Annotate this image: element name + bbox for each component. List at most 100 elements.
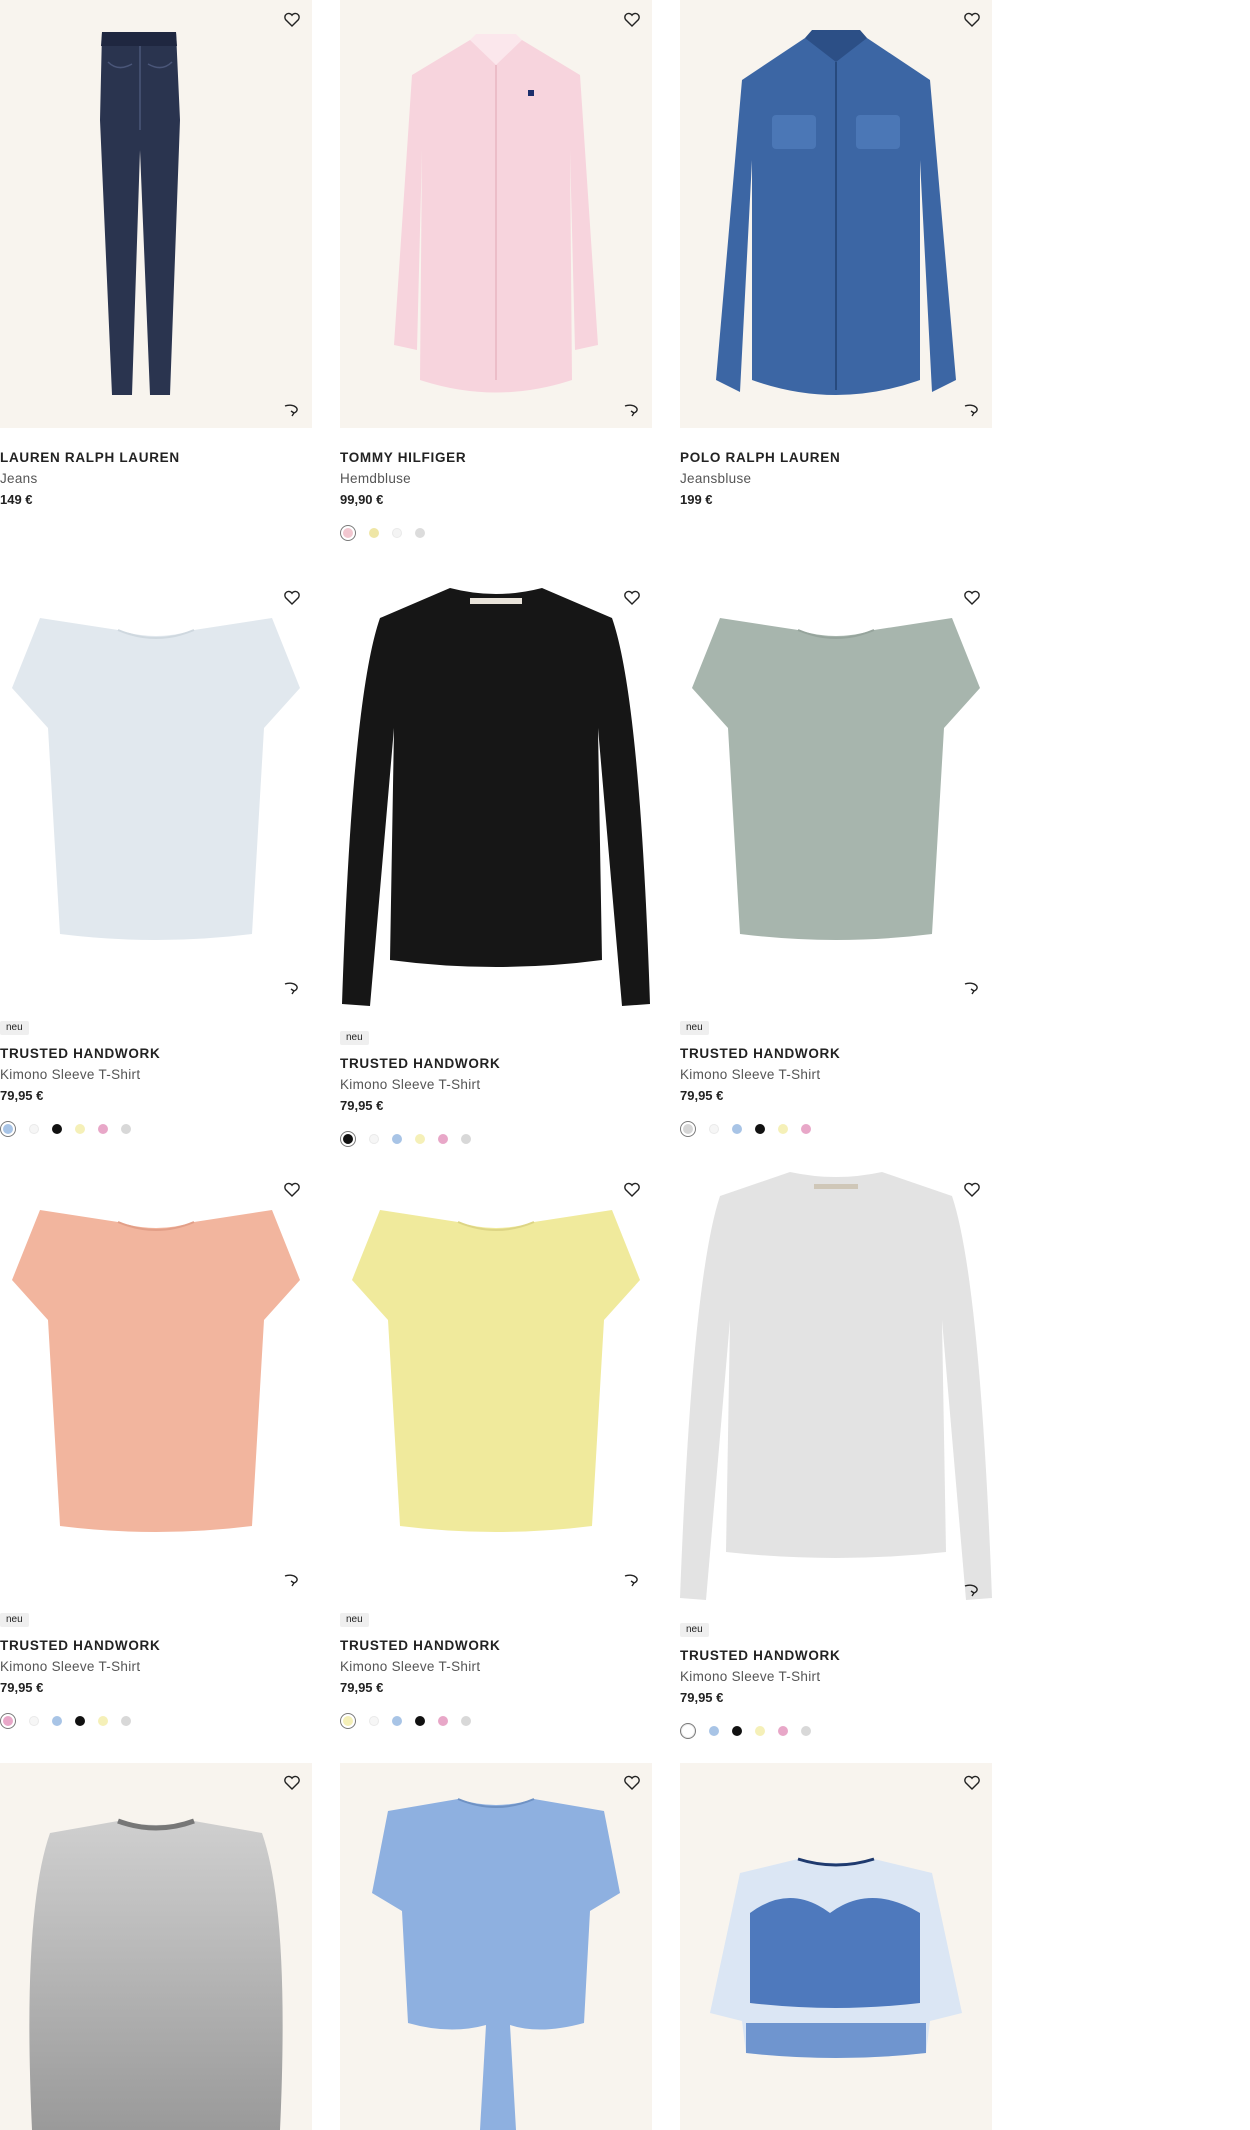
heart-icon[interactable] bbox=[622, 1180, 642, 1200]
pink-shirt-image bbox=[394, 34, 598, 393]
color-swatch[interactable] bbox=[778, 1124, 788, 1134]
color-swatch[interactable] bbox=[52, 1124, 62, 1134]
product-card-jeansbluse[interactable]: POLO RALPH LAUREN Jeansbluse 199 € bbox=[680, 0, 992, 510]
color-swatch[interactable] bbox=[438, 1134, 448, 1144]
color-swatch[interactable] bbox=[340, 1131, 356, 1147]
heart-icon[interactable] bbox=[962, 1773, 982, 1793]
product-image[interactable] bbox=[680, 578, 992, 1006]
yellow-tshirt-image bbox=[352, 1210, 640, 1532]
color-swatch[interactable] bbox=[340, 1713, 356, 1729]
color-swatch[interactable] bbox=[369, 528, 379, 538]
color-swatch[interactable] bbox=[392, 1716, 402, 1726]
product-image[interactable] bbox=[340, 1763, 652, 2130]
product-card-sweatshirt[interactable] bbox=[0, 1763, 312, 2130]
color-swatch[interactable] bbox=[680, 1723, 696, 1739]
color-swatch[interactable] bbox=[415, 528, 425, 538]
heart-icon[interactable] bbox=[622, 10, 642, 30]
color-swatch[interactable] bbox=[98, 1716, 108, 1726]
product-card-longsleeve-white[interactable]: neu TRUSTED HANDWORK Kimono Sleeve T-Shi… bbox=[680, 1170, 992, 1739]
product-price: 99,90 € bbox=[340, 492, 384, 507]
heart-icon[interactable] bbox=[282, 588, 302, 608]
heart-icon[interactable] bbox=[962, 1180, 982, 1200]
color-swatches bbox=[340, 1131, 652, 1147]
heart-icon[interactable] bbox=[282, 1180, 302, 1200]
product-image[interactable] bbox=[680, 1170, 992, 1608]
color-swatches bbox=[340, 1713, 652, 1729]
color-swatch[interactable] bbox=[755, 1726, 765, 1736]
color-swatch[interactable] bbox=[75, 1716, 85, 1726]
product-card-tshirt-white[interactable]: neu TRUSTED HANDWORK Kimono Sleeve T-Shi… bbox=[0, 578, 312, 1137]
white-longsleeve-image bbox=[680, 1172, 992, 1600]
product-card-palm-sweater[interactable] bbox=[680, 1763, 992, 2130]
product-card-longsleeve-black[interactable]: neu TRUSTED HANDWORK Kimono Sleeve T-Shi… bbox=[340, 578, 652, 1147]
ar-view-icon[interactable] bbox=[282, 1570, 302, 1588]
color-swatch[interactable] bbox=[29, 1124, 39, 1134]
product-image[interactable] bbox=[680, 0, 992, 428]
color-swatch[interactable] bbox=[392, 528, 402, 538]
product-card-tshirt-sage[interactable]: neu TRUSTED HANDWORK Kimono Sleeve T-Shi… bbox=[680, 578, 992, 1137]
color-swatch[interactable] bbox=[392, 1134, 402, 1144]
color-swatch[interactable] bbox=[340, 525, 356, 541]
product-brand: TRUSTED HANDWORK bbox=[680, 1046, 841, 1061]
product-price: 79,95 € bbox=[680, 1088, 724, 1103]
color-swatch[interactable] bbox=[29, 1716, 39, 1726]
heart-icon[interactable] bbox=[622, 588, 642, 608]
heart-icon[interactable] bbox=[962, 588, 982, 608]
color-swatch[interactable] bbox=[52, 1716, 62, 1726]
product-price: 79,95 € bbox=[0, 1680, 44, 1695]
color-swatch[interactable] bbox=[0, 1121, 16, 1137]
product-image[interactable] bbox=[340, 0, 652, 428]
product-image[interactable] bbox=[0, 1763, 312, 2130]
heart-icon[interactable] bbox=[622, 1773, 642, 1793]
new-badge: neu bbox=[0, 1021, 29, 1035]
new-badge: neu bbox=[680, 1623, 709, 1637]
black-longsleeve-image bbox=[342, 588, 650, 1006]
color-swatch[interactable] bbox=[75, 1124, 85, 1134]
product-image[interactable] bbox=[0, 578, 312, 1006]
color-swatch[interactable] bbox=[709, 1124, 719, 1134]
product-image[interactable] bbox=[0, 1170, 312, 1598]
color-swatch[interactable] bbox=[778, 1726, 788, 1736]
color-swatch[interactable] bbox=[801, 1726, 811, 1736]
ar-view-icon[interactable] bbox=[962, 978, 982, 996]
color-swatch[interactable] bbox=[801, 1124, 811, 1134]
ar-view-icon[interactable] bbox=[622, 400, 642, 418]
color-swatch[interactable] bbox=[415, 1134, 425, 1144]
color-swatch[interactable] bbox=[415, 1716, 425, 1726]
color-swatch[interactable] bbox=[732, 1124, 742, 1134]
product-image[interactable] bbox=[340, 1170, 652, 1598]
heart-icon[interactable] bbox=[282, 1773, 302, 1793]
product-brand: TRUSTED HANDWORK bbox=[340, 1056, 501, 1071]
product-brand: TRUSTED HANDWORK bbox=[680, 1648, 841, 1663]
color-swatch[interactable] bbox=[461, 1134, 471, 1144]
color-swatch[interactable] bbox=[369, 1134, 379, 1144]
color-swatch[interactable] bbox=[438, 1716, 448, 1726]
heart-icon[interactable] bbox=[962, 10, 982, 30]
color-swatch[interactable] bbox=[461, 1716, 471, 1726]
ar-view-icon[interactable] bbox=[962, 1580, 982, 1598]
color-swatch[interactable] bbox=[732, 1726, 742, 1736]
product-price: 199 € bbox=[680, 492, 713, 507]
ar-view-icon[interactable] bbox=[282, 978, 302, 996]
product-card-tie-blouse[interactable] bbox=[340, 1763, 652, 2130]
ar-view-icon[interactable] bbox=[282, 400, 302, 418]
product-card-tshirt-peach[interactable]: neu TRUSTED HANDWORK Kimono Sleeve T-Shi… bbox=[0, 1170, 312, 1729]
product-image[interactable] bbox=[0, 0, 312, 428]
product-image[interactable] bbox=[680, 1763, 992, 2130]
product-card-hemdbluse[interactable]: TOMMY HILFIGER Hemdbluse 99,90 € bbox=[340, 0, 652, 541]
color-swatch[interactable] bbox=[369, 1716, 379, 1726]
product-card-jeans[interactable]: LAUREN RALPH LAUREN Jeans 149 € bbox=[0, 0, 312, 510]
color-swatch[interactable] bbox=[0, 1713, 16, 1729]
color-swatch[interactable] bbox=[121, 1716, 131, 1726]
product-image[interactable] bbox=[340, 578, 652, 1016]
ar-view-icon[interactable] bbox=[622, 1570, 642, 1588]
color-swatch[interactable] bbox=[755, 1124, 765, 1134]
heart-icon[interactable] bbox=[282, 10, 302, 30]
color-swatch[interactable] bbox=[121, 1124, 131, 1134]
product-card-tshirt-yellow[interactable]: neu TRUSTED HANDWORK Kimono Sleeve T-Shi… bbox=[340, 1170, 652, 1729]
color-swatch[interactable] bbox=[680, 1121, 696, 1137]
product-price: 79,95 € bbox=[680, 1690, 724, 1705]
color-swatch[interactable] bbox=[98, 1124, 108, 1134]
ar-view-icon[interactable] bbox=[962, 400, 982, 418]
color-swatch[interactable] bbox=[709, 1726, 719, 1736]
